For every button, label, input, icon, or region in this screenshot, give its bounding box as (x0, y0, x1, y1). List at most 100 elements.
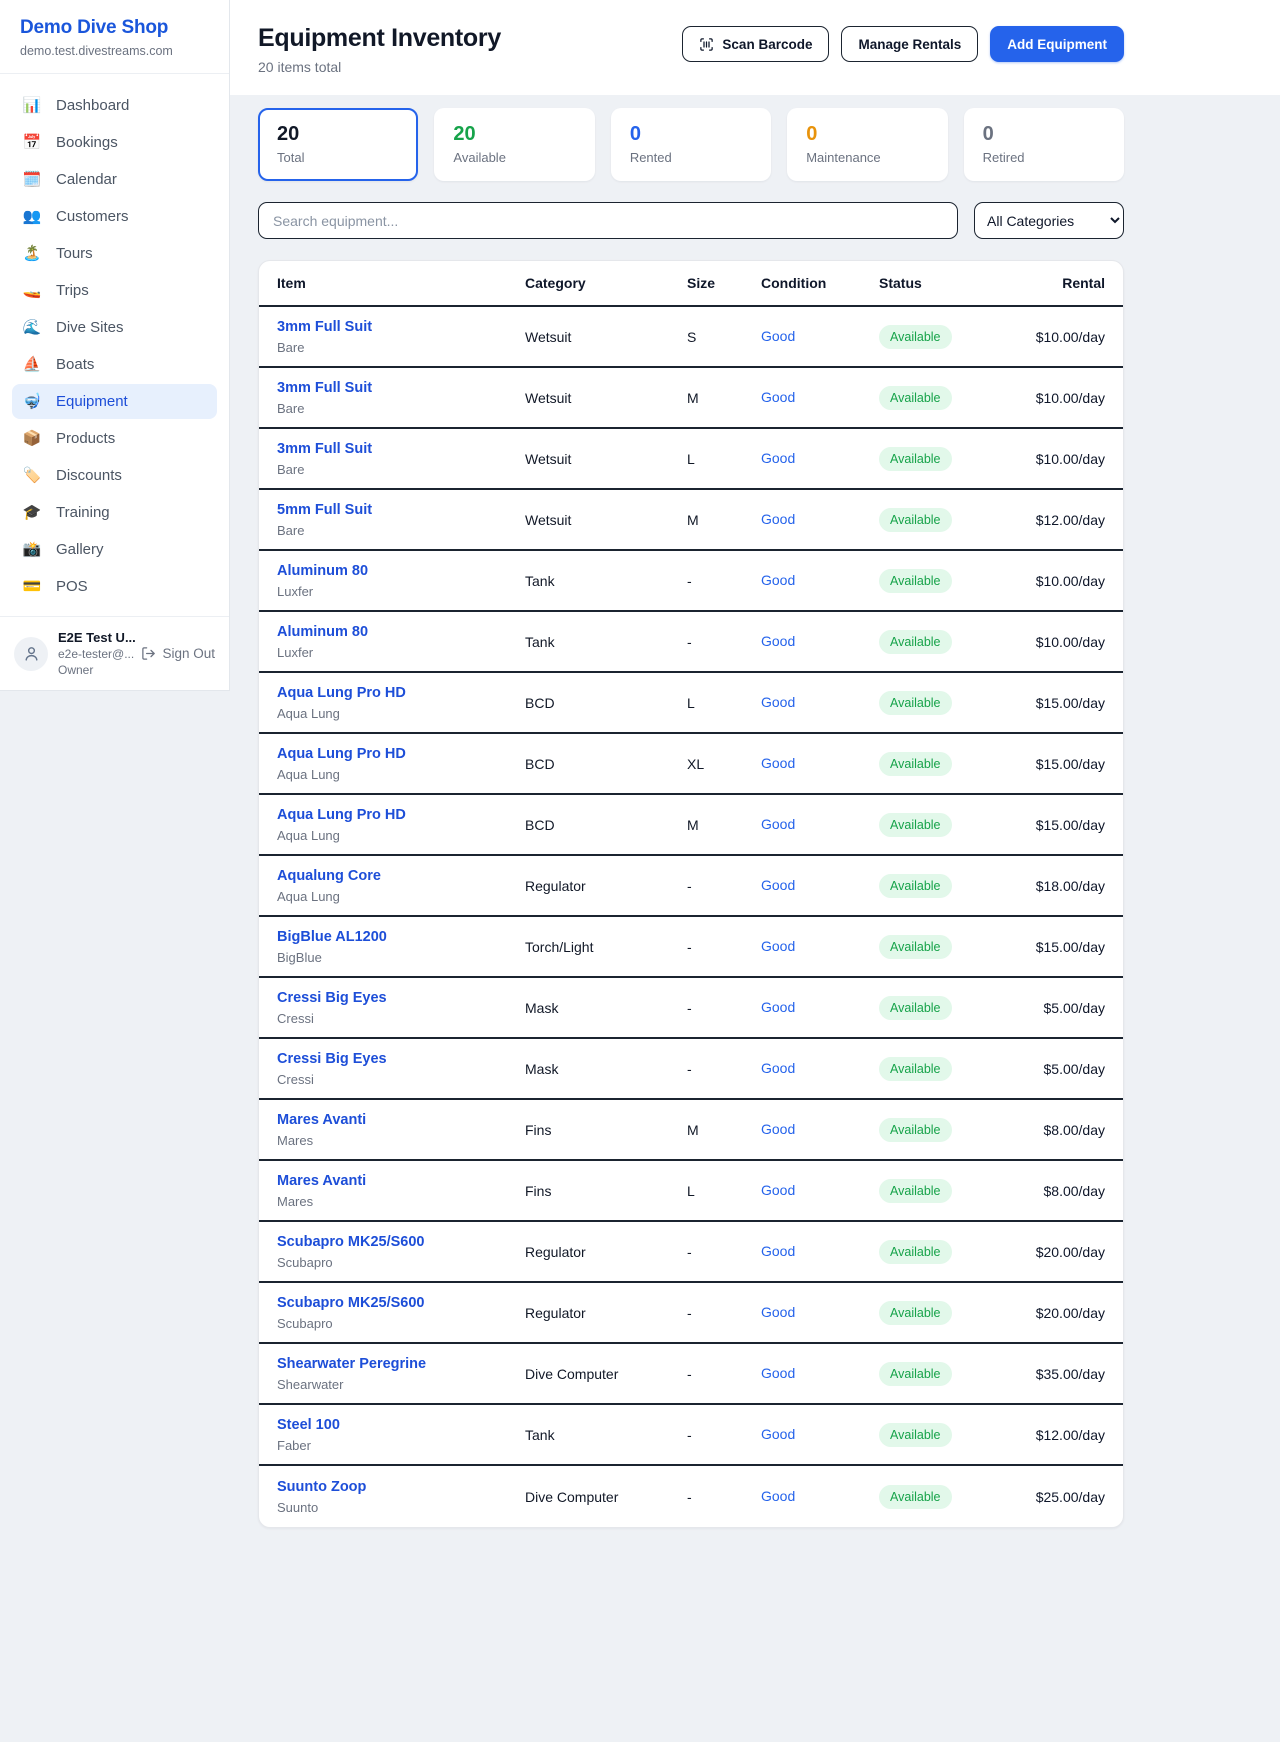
item-cell: Aqua Lung Pro HD Aqua Lung (277, 684, 525, 721)
sign-out-icon (141, 646, 156, 661)
sidebar-item-boats[interactable]: ⛵ Boats (12, 347, 217, 382)
stat-card-available[interactable]: 20 Available (434, 108, 594, 181)
condition-link[interactable]: Good (761, 755, 795, 771)
condition-link[interactable]: Good (761, 1243, 795, 1259)
status-badge: Available (879, 1362, 952, 1386)
table-row: 5mm Full Suit Bare Wetsuit M Good Availa… (259, 490, 1123, 551)
rental-price: $10.00/day (1031, 634, 1105, 650)
condition-link[interactable]: Good (761, 877, 795, 893)
item-name-link[interactable]: Cressi Big Eyes (277, 990, 387, 1006)
table-row: Aluminum 80 Luxfer Tank - Good Available… (259, 612, 1123, 673)
sidebar-item-tours[interactable]: 🏝️ Tours (12, 236, 217, 271)
add-equipment-button[interactable]: Add Equipment (990, 26, 1124, 62)
condition-link[interactable]: Good (761, 572, 795, 588)
table-row: Mares Avanti Mares Fins M Good Available… (259, 1100, 1123, 1161)
item-category: Tank (525, 1427, 687, 1443)
sidebar-item-training[interactable]: 🎓 Training (12, 495, 217, 530)
item-cell: Cressi Big Eyes Cressi (277, 989, 525, 1026)
condition-link[interactable]: Good (761, 328, 795, 344)
sidebar-item-products[interactable]: 📦 Products (12, 421, 217, 456)
shop-title[interactable]: Demo Dive Shop (20, 17, 209, 39)
item-name-link[interactable]: 5mm Full Suit (277, 502, 372, 518)
page-title: Equipment Inventory (258, 24, 501, 53)
item-name-link[interactable]: Scubapro MK25/S600 (277, 1295, 424, 1311)
condition-link[interactable]: Good (761, 816, 795, 832)
condition-link[interactable]: Good (761, 694, 795, 710)
stat-card-maintenance[interactable]: 0 Maintenance (787, 108, 947, 181)
stat-card-total[interactable]: 20 Total (258, 108, 418, 181)
column-header-category: Category (525, 275, 687, 291)
condition-link[interactable]: Good (761, 1121, 795, 1137)
sidebar-item-dashboard[interactable]: 📊 Dashboard (12, 88, 217, 123)
item-cell: Cressi Big Eyes Cressi (277, 1050, 525, 1087)
sidebar-item-discounts[interactable]: 🏷️ Discounts (12, 458, 217, 493)
condition-link[interactable]: Good (761, 1365, 795, 1381)
status-badge: Available (879, 1057, 952, 1081)
column-header-size: Size (687, 275, 761, 291)
sign-out-label: Sign Out (162, 646, 215, 661)
item-name-link[interactable]: Aluminum 80 (277, 563, 368, 579)
item-size: M (687, 817, 761, 833)
sidebar-item-bookings[interactable]: 📅 Bookings (12, 125, 217, 160)
manage-rentals-button[interactable]: Manage Rentals (841, 26, 978, 62)
item-name-link[interactable]: 3mm Full Suit (277, 319, 372, 335)
item-name-link[interactable]: Aqualung Core (277, 868, 381, 884)
sidebar-item-gallery[interactable]: 📸 Gallery (12, 532, 217, 567)
category-select[interactable]: All Categories (974, 202, 1124, 239)
gallery-icon: 📸 (22, 542, 42, 557)
search-input[interactable] (258, 202, 958, 239)
item-name-link[interactable]: Scubapro MK25/S600 (277, 1234, 424, 1250)
sidebar-item-equipment[interactable]: 🤿 Equipment (12, 384, 217, 419)
condition-link[interactable]: Good (761, 1060, 795, 1076)
status-badge: Available (879, 386, 952, 410)
table-row: Aqua Lung Pro HD Aqua Lung BCD M Good Av… (259, 795, 1123, 856)
stat-card-rented[interactable]: 0 Rented (611, 108, 771, 181)
item-name-link[interactable]: 3mm Full Suit (277, 380, 372, 396)
item-name-link[interactable]: 3mm Full Suit (277, 441, 372, 457)
sign-out-button[interactable]: Sign Out (141, 646, 215, 661)
dashboard-icon: 📊 (22, 98, 42, 113)
sidebar-item-trips[interactable]: 🚤 Trips (12, 273, 217, 308)
sidebar-item-customers[interactable]: 👥 Customers (12, 199, 217, 234)
item-name-link[interactable]: Mares Avanti (277, 1173, 366, 1189)
item-name-link[interactable]: Aluminum 80 (277, 624, 368, 640)
item-name-link[interactable]: Aqua Lung Pro HD (277, 685, 406, 701)
item-name-link[interactable]: Cressi Big Eyes (277, 1051, 387, 1067)
item-name-link[interactable]: Aqua Lung Pro HD (277, 746, 406, 762)
item-cell: 3mm Full Suit Bare (277, 318, 525, 355)
sidebar-item-label: Training (56, 504, 110, 521)
condition-link[interactable]: Good (761, 633, 795, 649)
condition-link[interactable]: Good (761, 999, 795, 1015)
sidebar-item-pos[interactable]: 💳 POS (12, 569, 217, 604)
item-name-link[interactable]: Shearwater Peregrine (277, 1356, 426, 1372)
item-name-link[interactable]: Steel 100 (277, 1417, 340, 1433)
item-name-link[interactable]: Suunto Zoop (277, 1479, 366, 1495)
item-cell: Suunto Zoop Suunto (277, 1478, 525, 1515)
stat-label: Available (453, 150, 575, 165)
status-badge: Available (879, 1179, 952, 1203)
condition-link[interactable]: Good (761, 389, 795, 405)
condition-link[interactable]: Good (761, 511, 795, 527)
condition-link[interactable]: Good (761, 1488, 795, 1504)
condition-link[interactable]: Good (761, 1182, 795, 1198)
sidebar-item-calendar[interactable]: 🗓️ Calendar (12, 162, 217, 197)
scan-barcode-button[interactable]: Scan Barcode (682, 26, 829, 62)
item-cell: Mares Avanti Mares (277, 1172, 525, 1209)
sidebar-item-dive-sites[interactable]: 🌊 Dive Sites (12, 310, 217, 345)
condition-link[interactable]: Good (761, 938, 795, 954)
rental-price: $8.00/day (1031, 1183, 1105, 1199)
condition-link[interactable]: Good (761, 1304, 795, 1320)
item-name-link[interactable]: BigBlue AL1200 (277, 929, 387, 945)
item-name-link[interactable]: Mares Avanti (277, 1112, 366, 1128)
item-name-link[interactable]: Aqua Lung Pro HD (277, 807, 406, 823)
stat-card-retired[interactable]: 0 Retired (964, 108, 1124, 181)
item-size: - (687, 1244, 761, 1260)
sidebar-header: Demo Dive Shop demo.test.divestreams.com (0, 0, 229, 74)
condition-link[interactable]: Good (761, 450, 795, 466)
condition-link[interactable]: Good (761, 1426, 795, 1442)
item-size: - (687, 1000, 761, 1016)
item-category: Mask (525, 1000, 687, 1016)
table-row: 3mm Full Suit Bare Wetsuit M Good Availa… (259, 368, 1123, 429)
rental-price: $10.00/day (1031, 573, 1105, 589)
table-row: Steel 100 Faber Tank - Good Available $1… (259, 1405, 1123, 1466)
